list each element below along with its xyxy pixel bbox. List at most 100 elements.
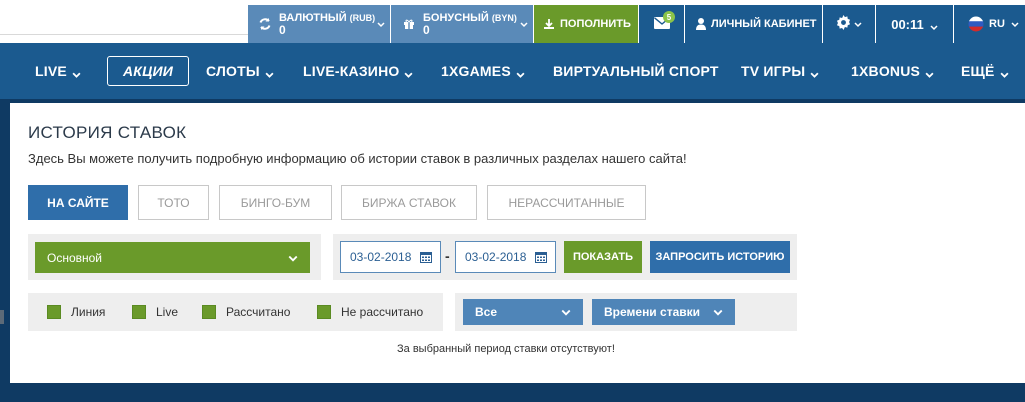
nav-item-promotions[interactable]: АКЦИИ xyxy=(107,56,190,86)
calendar-icon xyxy=(535,251,547,266)
tab-unsettled[interactable]: НЕРАССЧИТАННЫЕ xyxy=(487,185,646,220)
page-description: Здесь Вы можете получить подробную инфор… xyxy=(28,151,687,166)
date-from-value: 03-02-2018 xyxy=(350,250,412,264)
nav-item-label: ВИРТУАЛЬНЫЙ СПОРТ xyxy=(553,63,719,79)
checkbox-live[interactable]: Live xyxy=(132,293,178,331)
side-scroll-marker xyxy=(0,310,4,324)
status-select-value: Все xyxy=(475,305,498,319)
nav-item-tv-games[interactable]: TV ИГРЫ xyxy=(741,43,819,99)
tab-bingo-boom[interactable]: БИНГО-БУМ xyxy=(219,185,332,220)
tab-label: НЕРАССЧИТАННЫЕ xyxy=(508,195,625,210)
refresh-icon xyxy=(257,16,273,32)
date-to-input[interactable]: 03-02-2018 xyxy=(455,241,556,273)
gear-icon xyxy=(836,15,851,33)
sort-filter-box: Все Времени ставки xyxy=(455,293,797,331)
messages-count-badge: 5 xyxy=(663,11,675,23)
nav-item-label: TV ИГРЫ xyxy=(741,63,806,79)
tab-toto[interactable]: ТОТО xyxy=(138,185,209,220)
chevron-down-icon xyxy=(561,307,571,316)
nav-item-1xbonus[interactable]: 1XBONUS xyxy=(851,43,934,99)
account-filter-box: Основной xyxy=(28,234,321,280)
checkbox-line[interactable]: Линия xyxy=(47,293,105,331)
request-history-button[interactable]: ЗАПРОСИТЬ ИСТОРИЮ xyxy=(650,241,790,273)
date-separator: - xyxy=(445,248,450,264)
time-value: 00:11 xyxy=(891,16,924,32)
account-select[interactable]: Основной xyxy=(35,242,310,273)
nav-item-virtual-sport[interactable]: ВИРТУАЛЬНЫЙ СПОРТ xyxy=(553,43,719,99)
empty-results-message: За выбранный период ставки отсутствуют! xyxy=(397,343,615,355)
chevron-down-icon xyxy=(520,20,528,28)
deposit-label: ПОПОЛНИТЬ xyxy=(560,18,631,30)
nav-item-label: 1XGAMES xyxy=(441,63,511,79)
checkbox-label: Live xyxy=(156,305,179,319)
nav-item-label: LIVE-КАЗИНО xyxy=(303,63,400,79)
nav-item-live[interactable]: LIVE xyxy=(35,43,81,99)
checkbox-label: Рассчитано xyxy=(226,305,291,319)
date-from-input[interactable]: 03-02-2018 xyxy=(340,241,441,273)
request-history-label: ЗАПРОСИТЬ ИСТОРИЮ xyxy=(655,251,785,263)
currency-account-value: 0 xyxy=(279,23,286,37)
chevron-down-icon xyxy=(516,67,525,78)
bonus-account-value: 0 xyxy=(423,23,430,37)
messages-button[interactable]: 5 xyxy=(639,5,684,43)
show-button[interactable]: ПОКАЗАТЬ xyxy=(564,241,642,273)
currency-account-selector[interactable]: ВАЛЮТНЫЙ (RUB) 0 xyxy=(248,5,390,43)
checkbox-label: Линия xyxy=(71,305,106,319)
nav-item-live-casino[interactable]: LIVE-КАЗИНО xyxy=(303,43,413,99)
top-bar: ВАЛЮТНЫЙ (RUB) 0 БОНУСНЫЙ (BYN) 0 ПОПОЛН… xyxy=(0,0,1025,43)
bet-type-filter-box: Линия Live Рассчитано Не рассчитано xyxy=(28,293,443,331)
tab-label: ТОТО xyxy=(157,195,190,210)
checkbox-label: Не рассчитано xyxy=(341,305,424,319)
user-icon xyxy=(696,16,706,32)
language-selector[interactable]: RU xyxy=(954,5,1025,43)
chevron-down-icon xyxy=(1000,67,1009,78)
topbar-blank-area xyxy=(0,34,248,43)
sort-select[interactable]: Времени ставки xyxy=(592,299,735,325)
tab-betting-exchange[interactable]: БИРЖА СТАВОК xyxy=(341,185,477,220)
personal-cabinet-button[interactable]: ЛИЧНЫЙ КАБИНЕТ xyxy=(685,5,822,43)
download-icon xyxy=(543,16,555,32)
tab-on-site[interactable]: НА САЙТЕ xyxy=(28,185,128,220)
tab-label: НА САЙТЕ xyxy=(47,195,109,210)
chevron-down-icon xyxy=(1011,20,1019,28)
main-navigation: LIVE АКЦИИ СЛОТЫ LIVE-КАЗИНО 1XGAMES ВИР… xyxy=(0,43,1025,99)
nav-item-label: АКЦИИ xyxy=(123,63,174,79)
chevron-down-icon xyxy=(265,67,274,78)
checkbox-unsettled[interactable]: Не рассчитано xyxy=(317,293,423,331)
currency-account-label: ВАЛЮТНЫЙ xyxy=(279,12,347,24)
calendar-icon xyxy=(420,251,432,266)
account-select-value: Основной xyxy=(47,250,103,265)
nav-item-label: ЕЩЁ xyxy=(961,63,995,79)
date-to-value: 03-02-2018 xyxy=(465,250,527,264)
bonus-account-label: БОНУСНЫЙ xyxy=(423,12,489,24)
chevron-down-icon xyxy=(288,253,298,262)
checkbox-checked-icon xyxy=(47,305,61,319)
tab-label: БИНГО-БУМ xyxy=(240,195,311,210)
chevron-down-icon xyxy=(404,67,413,78)
checkbox-settled[interactable]: Рассчитано xyxy=(202,293,290,331)
page-title: ИСТОРИЯ СТАВОК xyxy=(28,123,187,142)
deposit-button[interactable]: ПОПОЛНИТЬ xyxy=(534,5,638,43)
gift-icon xyxy=(401,16,417,32)
time-selector[interactable]: 00:11 xyxy=(876,5,953,43)
nav-item-label: LIVE xyxy=(35,63,67,79)
chevron-down-icon xyxy=(713,307,723,316)
nav-item-1xgames[interactable]: 1XGAMES xyxy=(441,43,525,99)
status-select[interactable]: Все xyxy=(463,299,583,325)
cabinet-label: ЛИЧНЫЙ КАБИНЕТ xyxy=(711,18,817,30)
chevron-down-icon xyxy=(930,20,938,31)
nav-item-label: 1XBONUS xyxy=(851,63,921,79)
bet-history-panel: ИСТОРИЯ СТАВОК Здесь Вы можете получить … xyxy=(10,103,1025,383)
chevron-down-icon xyxy=(810,67,819,78)
checkbox-checked-icon xyxy=(202,305,216,319)
show-button-label: ПОКАЗАТЬ xyxy=(572,251,634,263)
chevron-down-icon xyxy=(854,20,862,28)
tab-label: БИРЖА СТАВОК xyxy=(362,195,456,210)
settings-button[interactable] xyxy=(823,5,875,43)
nav-item-more[interactable]: ЕЩЁ xyxy=(961,43,1009,99)
chevron-down-icon xyxy=(925,67,934,78)
nav-item-slots[interactable]: СЛОТЫ xyxy=(206,43,274,99)
nav-item-label: СЛОТЫ xyxy=(206,63,260,79)
sort-select-value: Времени ставки xyxy=(604,305,701,319)
bonus-account-selector[interactable]: БОНУСНЫЙ (BYN) 0 xyxy=(391,5,533,43)
